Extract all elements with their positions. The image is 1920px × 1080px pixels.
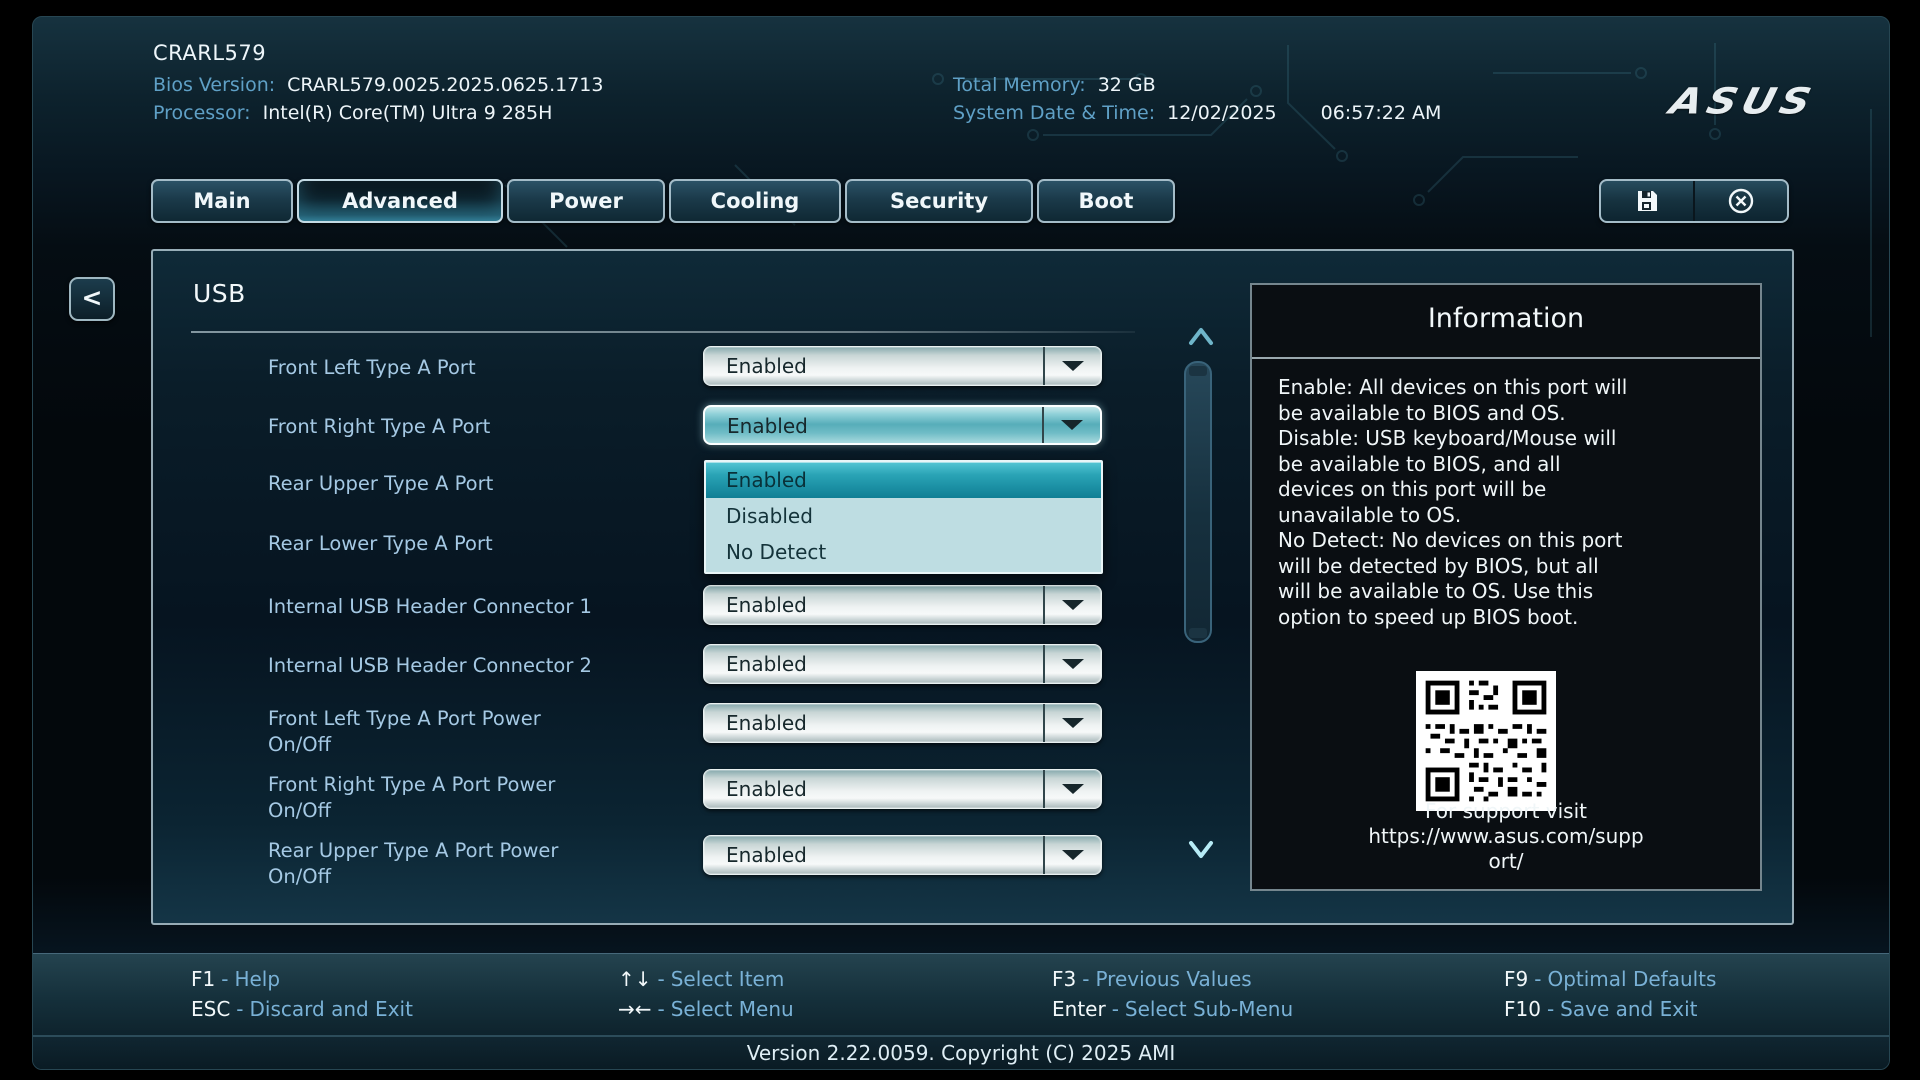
dropdown-arrow-button[interactable] bbox=[1043, 770, 1101, 808]
setting-label-front-left-port: Front Left Type A Port bbox=[268, 355, 708, 381]
dropdown-value: Enabled bbox=[726, 645, 807, 683]
setting-label-rear-upper-port: Rear Upper Type A Port bbox=[268, 471, 708, 497]
triangle-down-icon bbox=[1062, 718, 1084, 728]
triangle-down-icon bbox=[1062, 361, 1084, 371]
dropdown-arrow-button[interactable] bbox=[1043, 586, 1101, 624]
total-memory-label: Total Memory: bbox=[953, 74, 1086, 96]
dropdown-arrow-button[interactable] bbox=[1042, 407, 1100, 443]
dropdown-arrow-button[interactable] bbox=[1043, 704, 1101, 742]
toolbar bbox=[1599, 179, 1789, 223]
hotkey-f1: F1-Help bbox=[191, 964, 413, 994]
qr-code bbox=[1416, 671, 1556, 811]
tab-main[interactable]: Main bbox=[151, 179, 293, 223]
close-icon bbox=[1726, 186, 1756, 216]
hotkey-f9: F9-Optimal Defaults bbox=[1504, 964, 1716, 994]
save-icon bbox=[1634, 188, 1660, 214]
processor-value: Intel(R) Core(TM) Ultra 9 285H bbox=[263, 102, 553, 124]
scroll-up-button[interactable] bbox=[1186, 325, 1216, 351]
asus-logo: ASUS bbox=[1594, 80, 1821, 122]
dropdown-value: Enabled bbox=[726, 586, 807, 624]
dropdown-internal-header-1[interactable]: Enabled bbox=[703, 585, 1102, 625]
hotkey-f10: F10-Save and Exit bbox=[1504, 994, 1716, 1024]
hotkey-column: F9-Optimal Defaults F10-Save and Exit bbox=[1504, 964, 1716, 1024]
datetime-label: System Date & Time: bbox=[953, 102, 1155, 124]
chevron-up-icon bbox=[1186, 325, 1216, 347]
hotkey-column: F1-Help ESC-Discard and Exit bbox=[191, 964, 413, 1024]
triangle-down-icon bbox=[1062, 850, 1084, 860]
scrollbar-thumb[interactable] bbox=[1184, 361, 1212, 643]
tab-boot[interactable]: Boot bbox=[1037, 179, 1175, 223]
bios-version-label: Bios Version: bbox=[153, 74, 275, 96]
triangle-down-icon bbox=[1062, 659, 1084, 669]
dropdown-arrow-button[interactable] bbox=[1043, 645, 1101, 683]
dropdown-value: Enabled bbox=[726, 704, 807, 742]
processor-line: Processor: Intel(R) Core(TM) Ultra 9 285H bbox=[153, 102, 552, 124]
hotkey-enter: Enter-Select Sub-Menu bbox=[1052, 994, 1293, 1024]
setting-label-front-left-power: Front Left Type A Port Power On/Off bbox=[268, 706, 708, 758]
setting-label-internal-header-2: Internal USB Header Connector 2 bbox=[268, 653, 708, 679]
information-divider bbox=[1252, 357, 1760, 359]
hotkey-bar: F1-Help ESC-Discard and Exit ↑↓-Select I… bbox=[33, 953, 1889, 1035]
setting-label-rear-lower-port: Rear Lower Type A Port bbox=[268, 531, 708, 557]
hotkey-leftright: →←-Select Menu bbox=[618, 994, 794, 1024]
support-link-text: For support visit https://www.asus.com/s… bbox=[1252, 799, 1760, 874]
setting-label-front-right-power: Front Right Type A Port Power On/Off bbox=[268, 772, 708, 824]
tab-advanced[interactable]: Advanced bbox=[297, 179, 503, 223]
triangle-down-icon bbox=[1062, 600, 1084, 610]
bios-version-value: CRARL579.0025.2025.0625.1713 bbox=[287, 74, 603, 96]
triangle-down-icon bbox=[1061, 420, 1083, 430]
dropdown-option-enabled[interactable]: Enabled bbox=[706, 462, 1101, 498]
system-date: 12/02/2025 bbox=[1167, 102, 1277, 124]
bios-screen: CRARL579 Bios Version: CRARL579.0025.2025… bbox=[0, 0, 1920, 1080]
bios-version-line: Bios Version: CRARL579.0025.2025.0625.171… bbox=[153, 74, 603, 96]
dropdown-front-left-port[interactable]: Enabled bbox=[703, 346, 1102, 386]
hotkey-f3: F3-Previous Values bbox=[1052, 964, 1293, 994]
save-button[interactable] bbox=[1601, 181, 1693, 221]
title-divider bbox=[191, 331, 1135, 333]
dropdown-internal-header-2[interactable]: Enabled bbox=[703, 644, 1102, 684]
hotkey-updown: ↑↓-Select Item bbox=[618, 964, 794, 994]
dropdown-front-right-port[interactable]: Enabled bbox=[703, 405, 1102, 445]
system-time: 06:57:22 AM bbox=[1321, 102, 1442, 124]
version-footer: Version 2.22.0059. Copyright (C) 2025 AM… bbox=[33, 1035, 1889, 1069]
tab-security[interactable]: Security bbox=[845, 179, 1033, 223]
dropdown-front-left-power[interactable]: Enabled bbox=[703, 703, 1102, 743]
dropdown-value: Enabled bbox=[726, 770, 807, 808]
tab-cooling[interactable]: Cooling bbox=[669, 179, 841, 223]
datetime-line: System Date & Time: 12/02/2025 06:57:22 AM bbox=[953, 102, 1441, 124]
hotkey-esc: ESC-Discard and Exit bbox=[191, 994, 413, 1024]
dropdown-arrow-button[interactable] bbox=[1043, 836, 1101, 874]
processor-label: Processor: bbox=[153, 102, 251, 124]
information-panel: Information Enable: All devices on this … bbox=[1250, 283, 1762, 891]
hotkey-column: F3-Previous Values Enter-Select Sub-Menu bbox=[1052, 964, 1293, 1024]
dropdown-option-no-detect[interactable]: No Detect bbox=[706, 534, 1101, 570]
setting-label-front-right-port: Front Right Type A Port bbox=[268, 414, 708, 440]
dropdown-arrow-button[interactable] bbox=[1043, 347, 1101, 385]
dropdown-value: Enabled bbox=[727, 407, 808, 445]
tab-power[interactable]: Power bbox=[507, 179, 665, 223]
setting-label-internal-header-1: Internal USB Header Connector 1 bbox=[268, 594, 708, 620]
dropdown-value: Enabled bbox=[726, 347, 807, 385]
dropdown-open-list: Enabled Disabled No Detect bbox=[704, 460, 1103, 574]
dropdown-value: Enabled bbox=[726, 836, 807, 874]
setting-label-rear-upper-power: Rear Upper Type A Port Power On/Off bbox=[268, 838, 708, 890]
back-button[interactable]: < bbox=[69, 277, 115, 321]
page-title: USB bbox=[193, 279, 246, 308]
hotkey-column: ↑↓-Select Item →←-Select Menu bbox=[618, 964, 794, 1024]
total-memory-value: 32 GB bbox=[1098, 74, 1156, 96]
bios-window: CRARL579 Bios Version: CRARL579.0025.2025… bbox=[32, 16, 1890, 1070]
model-name: CRARL579 bbox=[153, 41, 266, 65]
dropdown-option-disabled[interactable]: Disabled bbox=[706, 498, 1101, 534]
chevron-down-icon bbox=[1186, 839, 1216, 861]
dropdown-front-right-power[interactable]: Enabled bbox=[703, 769, 1102, 809]
scroll-down-button[interactable] bbox=[1186, 839, 1216, 865]
triangle-down-icon bbox=[1062, 784, 1084, 794]
dropdown-rear-upper-power[interactable]: Enabled bbox=[703, 835, 1102, 875]
information-body: Enable: All devices on this port will be… bbox=[1278, 375, 1740, 630]
total-memory-line: Total Memory: 32 GB bbox=[953, 74, 1156, 96]
close-button[interactable] bbox=[1693, 181, 1787, 221]
information-title: Information bbox=[1252, 303, 1760, 334]
settings-panel: USB Front Left Type A Port Enabled Front… bbox=[151, 249, 1794, 925]
